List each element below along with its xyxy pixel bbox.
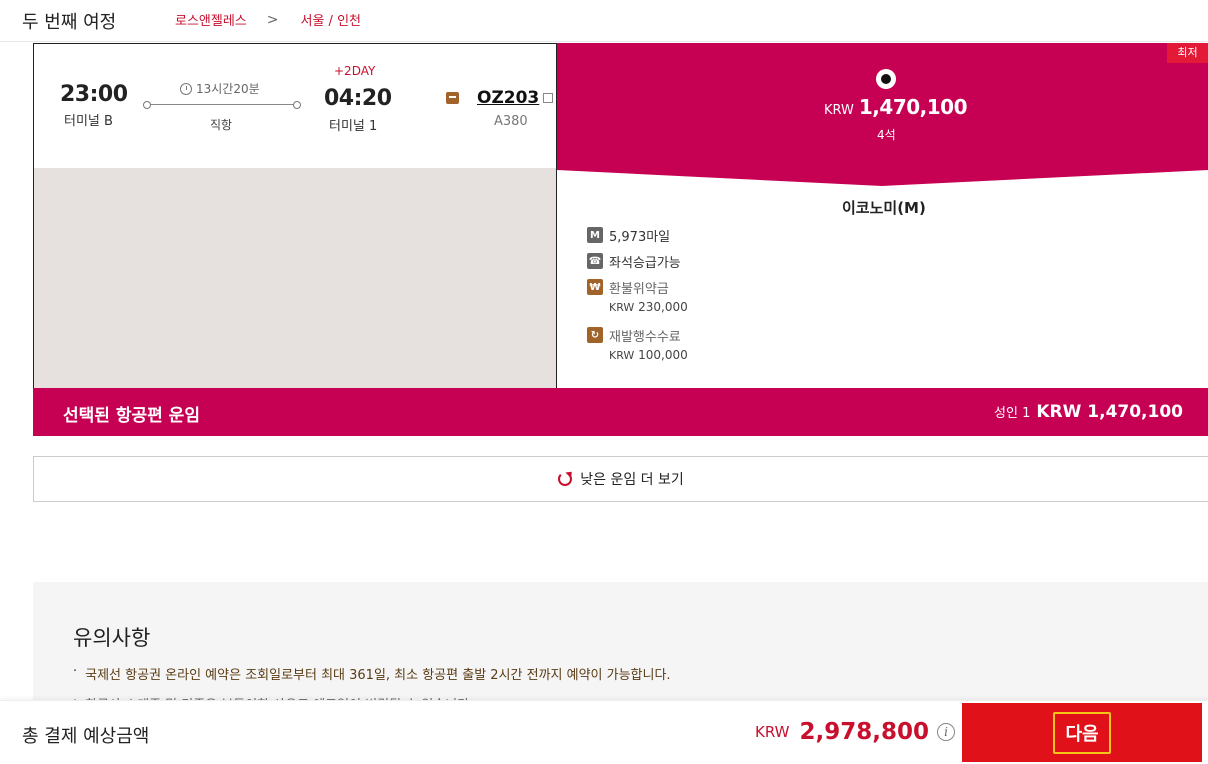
next-button[interactable]: 다음 [962, 703, 1202, 762]
lowest-fare-badge: 최저 [1167, 43, 1208, 63]
stops-label: 직항 [210, 118, 233, 132]
passenger-count: 성인 1 [994, 406, 1031, 421]
benefit-label: 재발행수수료 [609, 330, 681, 345]
phone-icon: ☎ [587, 253, 603, 269]
refresh-icon [558, 472, 573, 486]
bullet: · [73, 664, 78, 679]
copy-icon[interactable] [543, 93, 554, 103]
flight-number-group: OZ203 [446, 88, 554, 108]
fare-amount: 1,470,100 [858, 95, 968, 119]
notice-title: 유의사항 [73, 626, 151, 650]
departure-time: 23:00 [60, 82, 128, 107]
fare-currency: KRW [824, 103, 854, 118]
clock-icon [180, 82, 192, 95]
total-amount: 2,978,800 [799, 719, 929, 745]
next-button-label: 다음 [1053, 711, 1111, 754]
departure-terminal: 터미널 B [64, 114, 113, 129]
payment-footer: 총 결제 예상금액 KRW 2,978,800 i 다음 [0, 700, 1208, 764]
chat-icon[interactable] [446, 92, 459, 104]
breadcrumb: 로스앤젤레스 > 서울 / 인천 [175, 10, 362, 30]
plus-day-badge: +2DAY [334, 64, 376, 78]
benefit-mileage: M 5,973마일 [587, 226, 670, 245]
benefit-reissue: ↻ 재발행수수료 KRW 100,000 [587, 326, 688, 362]
selected-fare-label: 선택된 항공편 운임 [63, 406, 200, 426]
flight-card: 23:00 터미널 B 13시간20분 직항 +2DAY 04:20 터미널 1… [33, 43, 557, 389]
benefit-label: 5,973마일 [609, 230, 671, 245]
fare-radio-button[interactable] [876, 69, 896, 89]
won-icon: ₩ [587, 279, 603, 295]
notice-item: · 국제선 항공권 온라인 예약은 조회일로부터 최대 361일, 최소 항공편… [73, 664, 671, 683]
selected-fare-total: 성인 1 KRW 1,470,100 [994, 402, 1183, 422]
mileage-icon: M [587, 227, 603, 243]
flight-info: 23:00 터미널 B 13시간20분 직항 +2DAY 04:20 터미널 1… [34, 44, 556, 168]
chevron-right-icon: > [266, 11, 279, 28]
flight-number-link[interactable]: OZ203 [477, 88, 539, 108]
cabin-class: 이코노미(M) [842, 199, 926, 217]
benefit-value: KRW 230,000 [609, 300, 688, 314]
journey-header: 두 번째 여정 로스앤젤레스 > 서울 / 인천 [0, 0, 1208, 42]
aircraft-type: A380 [494, 114, 528, 129]
total-label: 총 결제 예상금액 [22, 726, 150, 747]
benefit-label: 좌석승급가능 [609, 256, 681, 271]
fare-price: KRW 1,470,100 [824, 95, 968, 119]
route-destination[interactable]: 서울 / 인천 [301, 10, 362, 29]
more-low-fares-button[interactable]: 낮은 운임 더 보기 [33, 456, 1208, 502]
more-low-fares-label: 낮은 운임 더 보기 [580, 472, 684, 488]
selected-fare-bar: 선택된 항공편 운임 성인 1 KRW 1,470,100 [33, 388, 1208, 436]
total-currency: KRW [755, 723, 790, 741]
duration-text: 13시간20분 [196, 82, 260, 96]
refresh-icon: ↻ [587, 327, 603, 343]
selected-total-amount: KRW 1,470,100 [1036, 402, 1183, 422]
total-price: KRW 2,978,800 i [755, 719, 955, 745]
info-icon[interactable]: i [936, 723, 955, 741]
route-line [143, 101, 301, 109]
arrival-time: 04:20 [324, 86, 392, 111]
route-origin[interactable]: 로스앤젤레스 [175, 10, 247, 29]
seats-left: 4석 [877, 128, 896, 142]
benefit-value: KRW 100,000 [609, 348, 688, 362]
journey-title: 두 번째 여정 [22, 12, 117, 33]
fare-details: 이코노미(M) M 5,973마일 ☎ 좌석승급가능 ₩ 환불위약금 KRW 2… [557, 186, 1208, 388]
arrival-terminal: 터미널 1 [329, 119, 378, 134]
flight-detail-placeholder [34, 168, 556, 389]
benefit-refund: ₩ 환불위약금 KRW 230,000 [587, 278, 688, 314]
benefit-label: 환불위약금 [609, 282, 669, 297]
benefit-upgrade: ☎ 좌석승급가능 [587, 252, 681, 271]
flight-duration: 13시간20분 [180, 80, 260, 97]
